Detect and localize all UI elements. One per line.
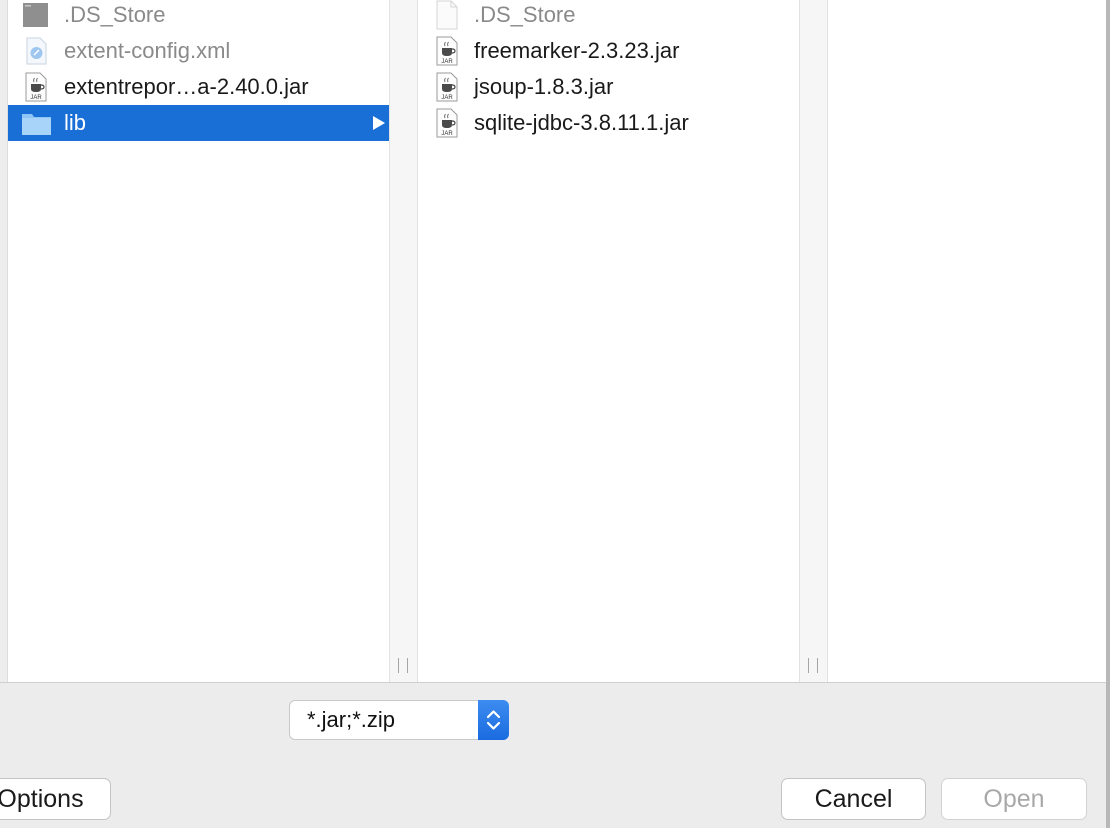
column-resize-gutter[interactable] — [389, 0, 418, 682]
jar-file-icon: JAR — [432, 36, 462, 66]
file-type-select[interactable]: *.jar;*.zip — [289, 700, 509, 740]
svg-text:JAR: JAR — [441, 95, 453, 101]
list-item-selected[interactable]: lib — [8, 105, 389, 141]
list-item[interactable]: JAR freemarker-2.3.23.jar — [418, 33, 799, 69]
file-name: sqlite-jdbc-3.8.11.1.jar — [474, 110, 689, 135]
sidebar-edge — [0, 0, 8, 682]
jar-file-icon: JAR — [21, 72, 51, 102]
file-type-value: *.jar;*.zip — [307, 707, 396, 732]
svg-text:JAR: JAR — [441, 59, 453, 65]
resize-grip-icon[interactable] — [808, 658, 818, 674]
browser-column-1[interactable]: .DS_Store extent-config.xml JAR extentre… — [8, 0, 389, 682]
list-item[interactable]: .DS_Store — [8, 0, 389, 33]
ds-store-file-icon — [21, 0, 51, 30]
file-name: .DS_Store — [64, 2, 166, 27]
window-edge — [1106, 0, 1110, 828]
resize-grip-icon[interactable] — [398, 658, 408, 674]
file-name: .DS_Store — [474, 2, 576, 27]
jar-file-icon: JAR — [432, 72, 462, 102]
list-item[interactable]: extent-config.xml — [8, 33, 389, 69]
cancel-button[interactable]: Cancel — [781, 778, 926, 820]
file-browser: .DS_Store extent-config.xml JAR extentre… — [0, 0, 1106, 682]
disclosure-arrow-icon — [373, 116, 385, 130]
browser-column-2[interactable]: .DS_Store JAR freemarker-2.3.23.jar JAR … — [418, 0, 799, 682]
xml-file-icon — [21, 36, 51, 66]
svg-text:JAR: JAR — [30, 95, 42, 101]
column-resize-gutter[interactable] — [799, 0, 828, 682]
jar-file-icon: JAR — [432, 108, 462, 138]
file-name: jsoup-1.8.3.jar — [474, 74, 614, 99]
list-item[interactable]: JAR extentrepor…a-2.40.0.jar — [8, 69, 389, 105]
folder-name: lib — [64, 110, 87, 135]
list-item[interactable]: .DS_Store — [418, 0, 799, 33]
open-button[interactable]: Open — [941, 778, 1087, 820]
options-button[interactable]: Options — [0, 778, 111, 820]
file-name: freemarker-2.3.23.jar — [474, 38, 680, 63]
select-stepper-icon[interactable] — [478, 700, 509, 740]
browser-column-3[interactable] — [828, 0, 1106, 682]
list-item[interactable]: JAR jsoup-1.8.3.jar — [418, 69, 799, 105]
file-name: extentrepor…a-2.40.0.jar — [64, 74, 309, 99]
list-item[interactable]: JAR sqlite-jdbc-3.8.11.1.jar — [418, 105, 799, 141]
file-name: extent-config.xml — [64, 38, 231, 63]
blank-file-icon — [432, 0, 462, 30]
svg-text:JAR: JAR — [441, 131, 453, 137]
folder-icon — [21, 108, 51, 138]
divider — [0, 682, 1106, 683]
